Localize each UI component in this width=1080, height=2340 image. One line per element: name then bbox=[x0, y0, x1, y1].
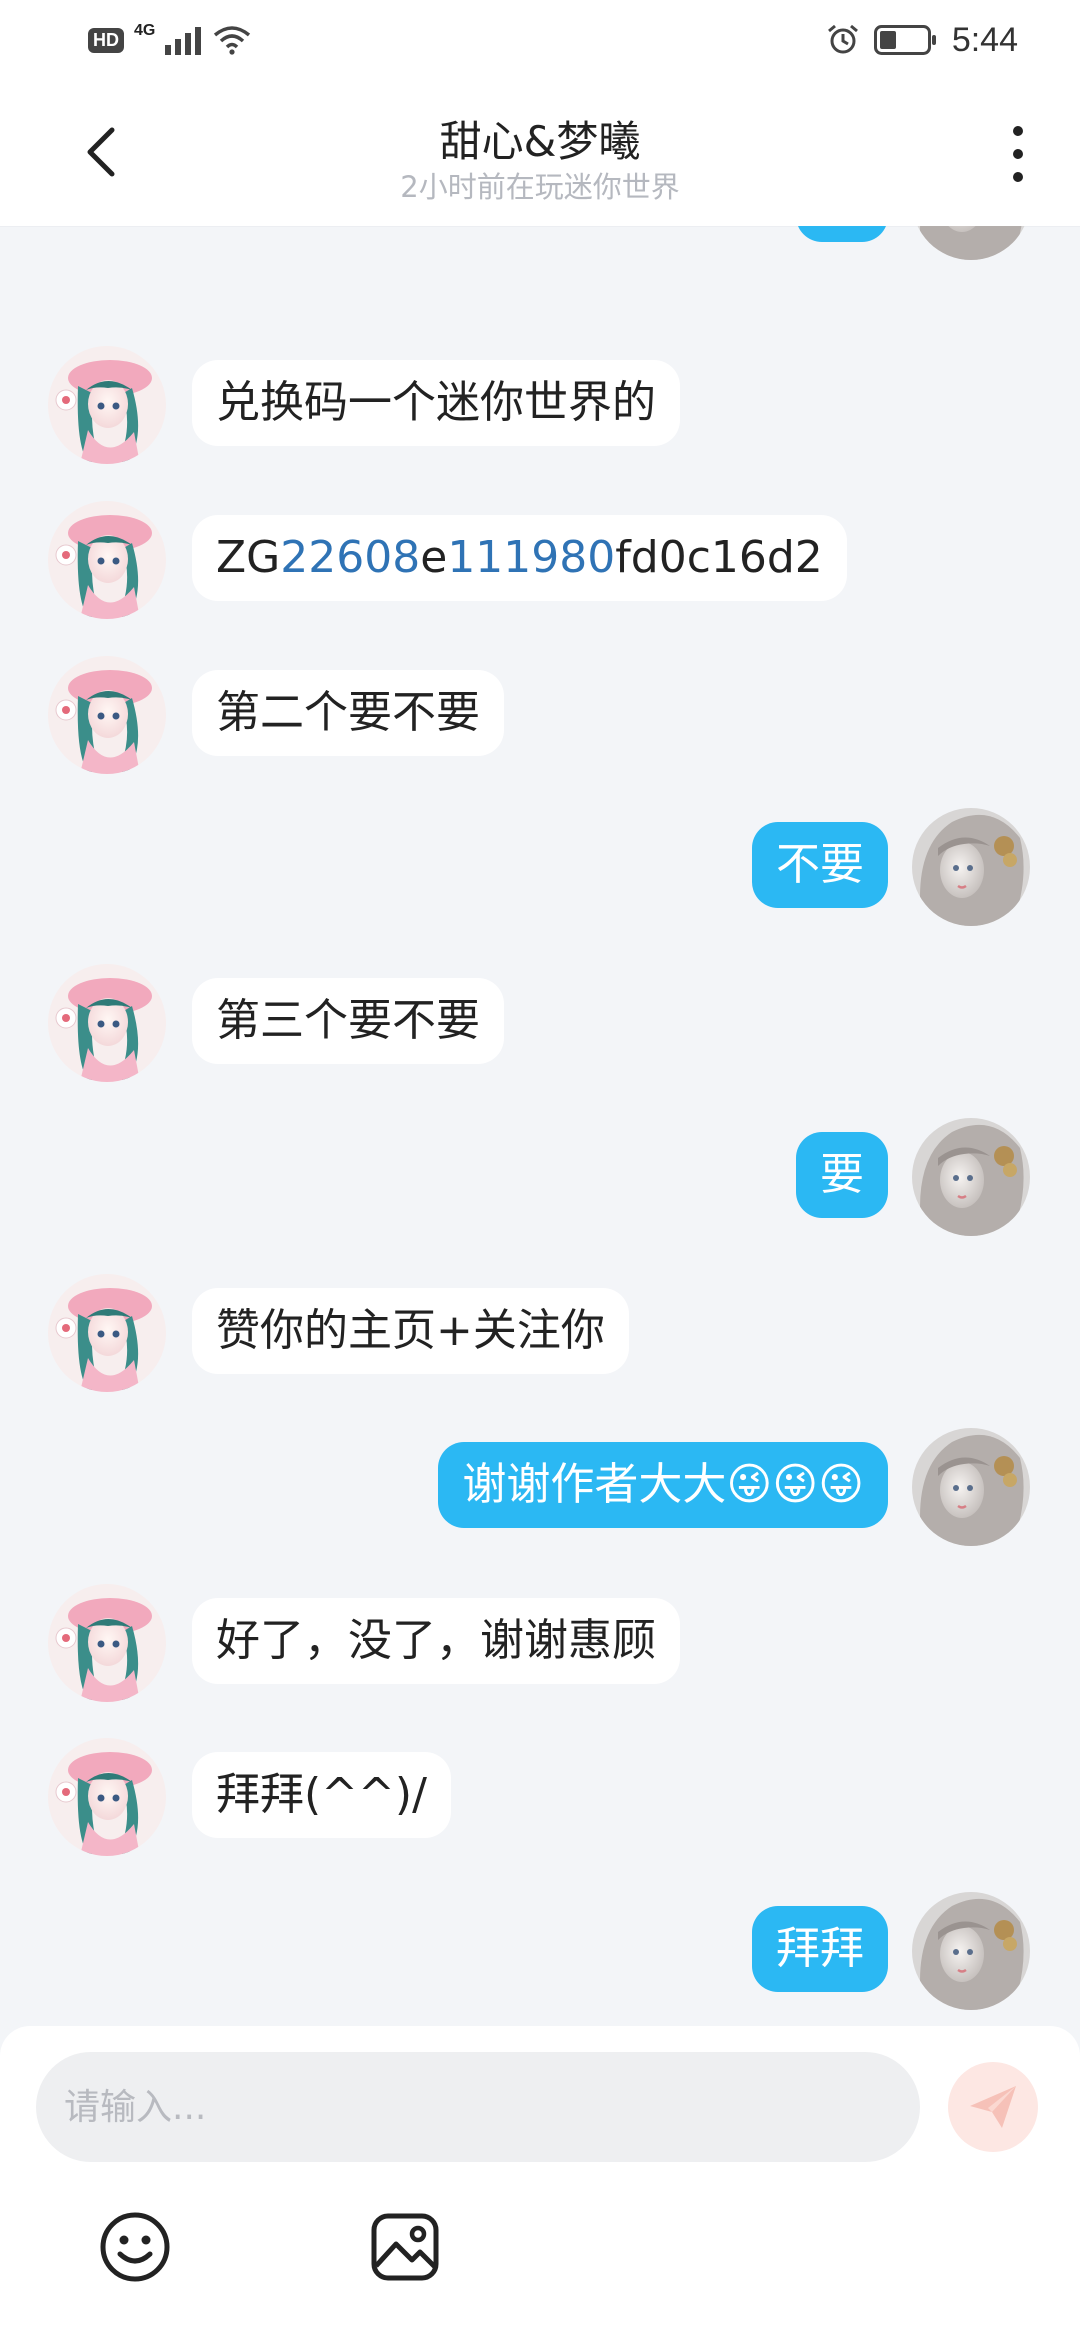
message-bubble[interactable]: 好了，没了，谢谢惠顾 bbox=[192, 1598, 680, 1684]
message-row: 拜拜(^^)/ bbox=[0, 1738, 1080, 1868]
message-bubble[interactable]: 赞你的主页+关注你 bbox=[192, 1288, 629, 1374]
message-row: 赞你的主页+关注你 bbox=[0, 1274, 1080, 1404]
image-picker-button[interactable] bbox=[368, 2210, 442, 2284]
contact-avatar[interactable] bbox=[48, 964, 166, 1082]
my-avatar[interactable] bbox=[912, 1118, 1030, 1236]
more-vertical-icon bbox=[1013, 126, 1023, 136]
message-input[interactable] bbox=[36, 2052, 920, 2162]
network-type-label: 4G bbox=[134, 22, 156, 39]
more-options-button[interactable] bbox=[996, 122, 1040, 186]
page-title: 甜心&梦曦 bbox=[439, 117, 641, 166]
contact-avatar[interactable] bbox=[48, 1738, 166, 1856]
alarm-icon bbox=[827, 24, 858, 54]
message-row: 谢谢作者大大😜😜😜 bbox=[0, 1428, 1080, 1558]
message-bubble[interactable]: 第三个要不要 bbox=[192, 978, 504, 1064]
message-row: 要 bbox=[0, 1118, 1080, 1248]
message-row: 好了，没了，谢谢惠顾 bbox=[0, 1584, 1080, 1714]
code-number-link[interactable]: 22608 bbox=[280, 532, 420, 583]
contact-avatar[interactable] bbox=[48, 1584, 166, 1702]
message-bubble[interactable]: 拜拜 bbox=[752, 1906, 888, 1992]
message-row: 拜拜 bbox=[0, 1892, 1080, 2022]
send-icon bbox=[970, 2086, 1016, 2128]
message-list[interactable]: 要 兑换码一个迷你世界的 ZG22608e111980fd0c16d2 第二个要… bbox=[0, 226, 1080, 2026]
my-avatar[interactable] bbox=[912, 226, 1030, 260]
message-row: 兑换码一个迷你世界的 bbox=[0, 346, 1080, 476]
battery-icon bbox=[873, 25, 936, 55]
status-bar: HD 4G 5:44 bbox=[0, 0, 1080, 80]
image-icon bbox=[371, 2213, 439, 2281]
message-row: 第三个要不要 bbox=[0, 964, 1080, 1094]
message-row: 要 bbox=[0, 226, 1080, 272]
message-composer bbox=[0, 2026, 1080, 2340]
message-bubble[interactable]: ZG22608e111980fd0c16d2 bbox=[192, 515, 847, 601]
send-button[interactable] bbox=[948, 2062, 1038, 2152]
contact-avatar[interactable] bbox=[48, 656, 166, 774]
my-avatar[interactable] bbox=[912, 808, 1030, 926]
chat-header: 甜心&梦曦 2小时前在玩迷你世界 bbox=[0, 80, 1080, 227]
my-avatar[interactable] bbox=[912, 1892, 1030, 2010]
status-time: 5:44 bbox=[951, 20, 1018, 59]
smiley-icon bbox=[100, 2212, 170, 2282]
message-bubble[interactable]: 不要 bbox=[752, 822, 888, 908]
message-bubble[interactable]: 第二个要不要 bbox=[192, 670, 504, 756]
code-number-link[interactable]: 111980 bbox=[447, 532, 615, 583]
contact-avatar[interactable] bbox=[48, 1274, 166, 1392]
my-avatar[interactable] bbox=[912, 1428, 1030, 1546]
message-bubble[interactable]: 兑换码一个迷你世界的 bbox=[192, 360, 680, 446]
code-text: e bbox=[420, 532, 448, 583]
signal-icon bbox=[165, 27, 202, 55]
code-text: ZG bbox=[216, 532, 281, 583]
hd-voice-icon: HD bbox=[88, 27, 124, 53]
contact-avatar[interactable] bbox=[48, 501, 166, 619]
contact-avatar[interactable] bbox=[48, 346, 166, 464]
code-text: fd0c16d2 bbox=[615, 532, 823, 583]
message-row: 不要 bbox=[0, 808, 1080, 938]
message-bubble[interactable]: 要 bbox=[796, 1132, 888, 1218]
emoji-button[interactable] bbox=[98, 2210, 172, 2284]
message-row: ZG22608e111980fd0c16d2 bbox=[0, 501, 1080, 631]
message-row: 第二个要不要 bbox=[0, 656, 1080, 786]
message-bubble[interactable]: 谢谢作者大大😜😜😜 bbox=[438, 1442, 888, 1528]
message-bubble[interactable]: 要 bbox=[796, 226, 888, 242]
contact-status: 2小时前在玩迷你世界 bbox=[400, 170, 680, 204]
message-bubble[interactable]: 拜拜(^^)/ bbox=[192, 1752, 451, 1838]
wifi-icon bbox=[214, 26, 251, 55]
